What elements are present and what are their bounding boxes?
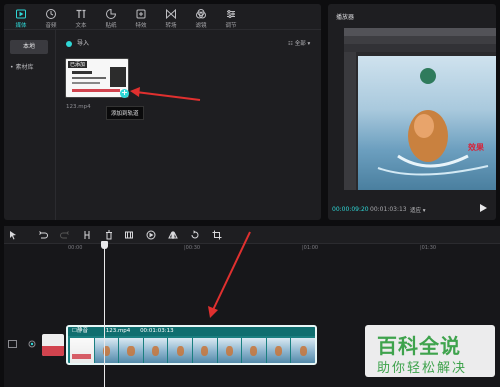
redo-icon[interactable]: [60, 230, 70, 240]
tool-transition[interactable]: 转场: [158, 6, 184, 29]
tool-text[interactable]: 文本: [68, 6, 94, 29]
preview-tabs: [344, 44, 496, 52]
delete-icon[interactable]: [104, 230, 114, 240]
tool-effects[interactable]: 特效: [128, 6, 154, 29]
clip-frame: [217, 338, 242, 363]
player-preview[interactable]: 效果: [344, 28, 496, 190]
current-timecode: 00:00:09:20: [332, 206, 369, 213]
ruler-label: |00:30: [184, 245, 201, 251]
adjust-icon: [225, 8, 237, 20]
total-duration: 00:01:03:13: [370, 206, 407, 213]
import-label: 导入: [77, 40, 90, 47]
ratio-dropdown[interactable]: 适应 ▾: [410, 206, 426, 214]
watermark-title: 百科全说: [377, 334, 461, 358]
text-icon: [75, 8, 87, 20]
clip-frame: [94, 338, 119, 363]
freeze-icon[interactable]: [124, 230, 134, 240]
mirror-icon[interactable]: [168, 230, 178, 240]
filter-dropdown[interactable]: ☷ 全部 ▾: [288, 39, 310, 47]
clip-frame: [291, 338, 315, 363]
track-visibility-icon[interactable]: [8, 340, 38, 348]
split-icon[interactable]: [82, 230, 92, 240]
tooltip: 添加到轨道: [106, 106, 144, 120]
preview-canvas: 效果: [358, 56, 496, 190]
tool-media-label: 媒体: [15, 23, 27, 29]
ruler-label: |01:00: [302, 245, 319, 251]
tool-sticker-label: 贴纸: [105, 23, 117, 29]
tool-adjust[interactable]: 调节: [218, 6, 244, 29]
timeline-ruler[interactable]: 00:00 |00:30 |01:00 |01:30: [64, 244, 500, 256]
track-controls: [8, 340, 38, 350]
reverse-play-icon[interactable]: [146, 230, 156, 240]
top-toolbar: 媒体 音频 文本 贴纸 特效 转场 滤镜 调节: [4, 4, 321, 30]
crop-icon[interactable]: [212, 230, 222, 240]
clip-frame: [143, 338, 168, 363]
clip-frame: [119, 338, 143, 363]
tool-filter[interactable]: 滤镜: [188, 6, 214, 29]
select-cursor-icon[interactable]: [8, 230, 18, 240]
sidebar-item-library-label: 素材库: [15, 64, 34, 71]
cover-thumbnail[interactable]: [42, 334, 64, 356]
import-dot-icon: [66, 40, 72, 47]
effects-icon: [135, 8, 147, 20]
preview-menubar: [344, 28, 496, 36]
clip-frame: [70, 338, 94, 363]
tool-audio-label: 音频: [45, 23, 57, 29]
preview-overlay-text: 效果: [468, 143, 484, 152]
clip-frames: [70, 338, 315, 363]
play-button[interactable]: [478, 203, 488, 213]
preview-image: [377, 68, 489, 176]
tool-sticker[interactable]: 贴纸: [98, 6, 124, 29]
side-nav: 本地 • 素材库: [4, 30, 56, 220]
ruler-label: |01:30: [420, 245, 437, 251]
preview-toolbox: [344, 52, 356, 190]
audio-icon: [45, 8, 57, 20]
tool-audio[interactable]: 音频: [38, 6, 64, 29]
chevron-down-icon: ▾: [305, 41, 311, 47]
tool-filter-label: 滤镜: [195, 23, 207, 29]
chevron-down-icon: ▾: [421, 208, 426, 214]
clip-header: ☐静音 123.mp4 00:01:03:13: [68, 327, 315, 336]
player-title: 播放器: [336, 14, 355, 21]
tool-adjust-label: 调节: [225, 23, 237, 29]
cover-stripe: [42, 346, 64, 356]
tool-text-label: 文本: [75, 23, 87, 29]
mute-label: 静音: [76, 328, 88, 334]
watermark-subtitle: 助你轻松解决: [377, 361, 468, 376]
filter-dropdown-label: 全部: [294, 41, 306, 47]
filter-icon: [195, 8, 207, 20]
tool-transition-label: 转场: [165, 23, 177, 29]
tool-media[interactable]: 媒体: [8, 6, 34, 29]
clip-name: 123.mp4: [105, 328, 131, 334]
preview-options-bar: [344, 36, 496, 44]
media-icon: [15, 8, 27, 20]
add-to-track-button[interactable]: +: [120, 89, 129, 98]
watermark: 百科全说 助你轻松解决: [365, 325, 495, 377]
media-panel: 媒体 音频 文本 贴纸 特效 转场 滤镜 调节 本地 • 素材库 导入 ☷ 全部…: [4, 4, 321, 220]
ruler-label: 00:00: [68, 245, 83, 251]
rotate-icon[interactable]: [190, 230, 200, 240]
timeline-toolbar: [4, 226, 500, 244]
sidebar-item-library[interactable]: • 素材库: [10, 62, 52, 74]
undo-icon[interactable]: [38, 230, 48, 240]
player-panel: 播放器 效果 00:00:09:20 00:01:03:13 适应 ▾: [328, 4, 496, 220]
play-icon: [480, 204, 487, 212]
clip-frame: [192, 338, 217, 363]
filter-grid-icon: ☷: [288, 41, 295, 47]
ratio-label: 适应: [410, 208, 422, 214]
import-button[interactable]: 导入: [66, 39, 89, 49]
media-file-name: 123.mp4: [66, 104, 91, 110]
playhead-line[interactable]: [104, 242, 105, 387]
clip-frame: [242, 338, 266, 363]
mute-badge[interactable]: ☐静音: [72, 328, 96, 334]
clip-duration: 00:01:03:13: [140, 328, 174, 334]
added-badge: 已添加: [68, 61, 88, 68]
tool-effects-label: 特效: [135, 23, 147, 29]
clip-frame: [266, 338, 291, 363]
clip-frame: [168, 338, 192, 363]
sticker-icon: [105, 8, 117, 20]
playhead-handle[interactable]: [101, 241, 108, 249]
transition-icon: [165, 8, 177, 20]
sidebar-item-local[interactable]: 本地: [10, 40, 48, 54]
